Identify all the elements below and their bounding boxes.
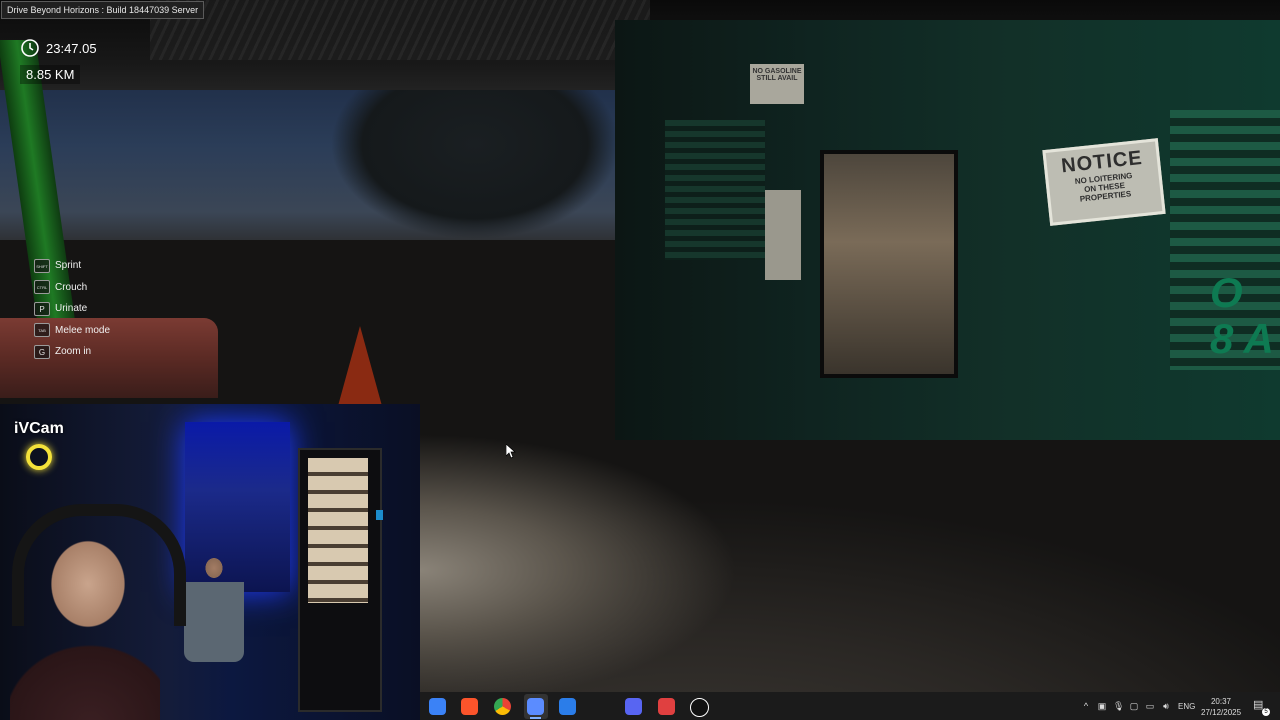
control-label: Crouch: [55, 281, 88, 293]
store-shutter: [665, 120, 765, 260]
traffic-cone: [338, 326, 382, 406]
tray-time: 20:37: [1210, 697, 1232, 706]
vending-machine: [298, 448, 383, 712]
hud-clock: 23:47.05: [20, 38, 97, 58]
control-label: Melee mode: [55, 324, 111, 336]
discord-icon[interactable]: [625, 698, 642, 715]
unreal-engine-icon[interactable]: [690, 698, 709, 717]
canopy-slats: [150, 0, 650, 60]
child-figure: [184, 552, 244, 662]
store-sign-line2: 8 A: [1210, 315, 1274, 362]
key-ctrl-icon: CTRL: [34, 280, 50, 295]
tray-app-icon[interactable]: ▣: [1097, 701, 1107, 711]
window-title: Drive Beyond Horizons : Build 18447039 S…: [1, 1, 205, 19]
control-label: Zoom in: [55, 346, 92, 358]
network-icon[interactable]: ▭: [1145, 701, 1155, 711]
chrome-icon[interactable]: [494, 698, 511, 715]
rgb-fan: [26, 444, 52, 470]
vending-button: [376, 510, 383, 520]
clock-icon: [21, 39, 39, 57]
tall-sign: [765, 190, 801, 280]
notification-badge: 5: [1262, 708, 1270, 716]
small-sign-line2: STILL AVAIL: [756, 75, 798, 82]
tray-overflow-icon[interactable]: ^: [1081, 701, 1091, 711]
brave-browser-icon[interactable]: [461, 698, 478, 715]
control-sprint: SHIFT Sprint: [34, 255, 110, 277]
tray-box-icon[interactable]: ▢: [1129, 701, 1139, 711]
language-indicator[interactable]: ENG: [1178, 702, 1195, 711]
headset: [12, 504, 186, 626]
key-p-icon: P: [34, 301, 50, 316]
key-tab-icon: TAB: [34, 323, 50, 338]
control-melee: TAB Melee mode: [34, 320, 110, 342]
tree-silhouette: [330, 80, 620, 240]
key-shift-icon: SHIFT: [34, 258, 50, 273]
davinci-resolve-icon[interactable]: [658, 698, 675, 715]
tray-date: 27/12/2025: [1201, 708, 1242, 717]
control-urinate: P Urinate: [34, 298, 110, 320]
store-sign-line1: O: [1210, 269, 1243, 316]
mouse-cursor-icon: [506, 444, 516, 459]
control-crouch: CTRL Crouch: [34, 277, 110, 299]
control-zoom: G Zoom in: [34, 341, 110, 363]
webcam-label: iVCam: [14, 420, 64, 437]
windows-start-icon[interactable]: [429, 698, 446, 715]
edge-icon[interactable]: [559, 698, 576, 715]
controls-list: SHIFT Sprint CTRL Crouch P Urinate TAB M…: [34, 255, 110, 363]
microphone-icon[interactable]: 🎙︎: [1113, 701, 1124, 711]
store-sign-partial: O 8 A: [1210, 270, 1274, 362]
hud-time: 23:47.05: [46, 40, 97, 56]
webcam-overlay: iVCam: [0, 404, 420, 720]
notice-sign: NOTICE NO LOITERING ON THESE PROPERTIES: [1042, 138, 1166, 226]
tray-clock[interactable]: 20:37 27/12/2025: [1201, 696, 1241, 718]
speaker-icon[interactable]: 🔊︎: [1161, 701, 1171, 711]
small-sign-line1: NO GASOLINE: [752, 68, 802, 75]
small-sign: NO GASOLINE STILL AVAIL: [750, 64, 804, 104]
game-app-icon[interactable]: [527, 698, 544, 719]
control-label: Sprint: [55, 260, 82, 272]
store-window: [820, 150, 958, 378]
vending-glass: [308, 458, 368, 603]
hud-distance: 8.85 KM: [20, 65, 81, 84]
key-g-icon: G: [34, 344, 50, 359]
control-label: Urinate: [55, 303, 88, 315]
